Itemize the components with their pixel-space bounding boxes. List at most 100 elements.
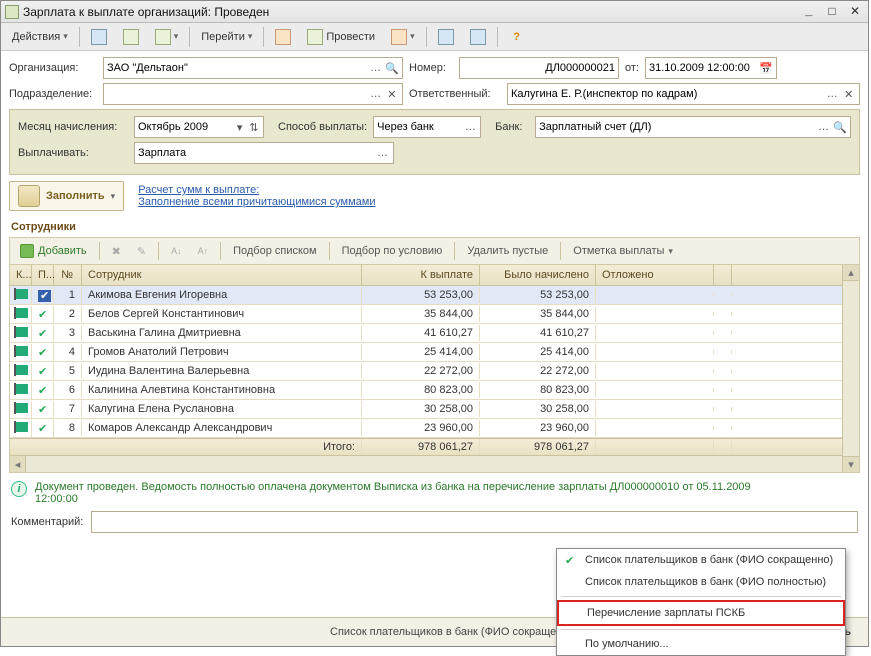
actions-menu-button[interactable]: Действия (5, 27, 75, 47)
row-topay: 80 823,00 (362, 382, 480, 398)
minimize-button[interactable]: _ (800, 4, 818, 20)
table-row[interactable]: ✔5Иудина Валентина Валерьевна22 272,0022… (10, 362, 859, 381)
col-topay[interactable]: К выплате (362, 265, 480, 285)
toolbar-icon-1[interactable] (84, 25, 114, 49)
resp-clear-icon[interactable]: ✕ (842, 86, 856, 102)
calendar-icon[interactable]: 📅 (759, 60, 773, 76)
toolbar-icon-2[interactable] (116, 25, 146, 49)
grid-h-scrollbar[interactable]: ◂ ▸ (10, 455, 859, 472)
col-defer[interactable]: Отложено (596, 265, 714, 285)
subdiv-clear-icon[interactable]: ✕ (385, 86, 399, 102)
row-flag-icon (10, 401, 32, 418)
row-flag-icon (10, 382, 32, 399)
menu-item-pskb[interactable]: Перечисление зарплаты ПСКБ (557, 600, 845, 626)
payout-input[interactable] (138, 147, 373, 159)
org-lookup-icon[interactable]: … (369, 60, 383, 76)
subdiv-field[interactable]: … ✕ (103, 83, 403, 105)
col-k[interactable]: К... (10, 265, 32, 285)
org-field[interactable]: … 🔍 (103, 57, 403, 79)
table-row[interactable]: ✔8Комаров Александр Александрович23 960,… (10, 419, 859, 438)
payout-label: Выплачивать: (18, 147, 128, 159)
bank-search-icon[interactable]: 🔍 (833, 119, 847, 135)
menu-item-short[interactable]: ✔ Список плательщиков в банк (ФИО сокращ… (557, 549, 845, 571)
sort-asc-button[interactable]: A↓ (165, 243, 188, 259)
month-dropdown-icon[interactable]: ▾ (233, 119, 245, 135)
resp-lookup-icon[interactable]: … (825, 86, 839, 102)
col-accr[interactable]: Было начислено (480, 265, 596, 285)
toolbar-icon-5[interactable] (384, 25, 422, 49)
col-p[interactable]: П... (32, 265, 54, 285)
toolbar-icon-3[interactable] (148, 25, 186, 49)
fill-all-link[interactable]: Заполнение всеми причитающимися суммами (138, 196, 375, 208)
short-list-button[interactable]: Список плательщиков в банк (ФИО сокращен… (319, 622, 589, 642)
bank-lookup-icon[interactable]: … (816, 119, 830, 135)
resp-field[interactable]: … ✕ (507, 83, 860, 105)
paymethod-field[interactable]: … (373, 116, 481, 138)
calc-sums-link[interactable]: Расчет сумм к выплате: (138, 184, 375, 196)
scroll-down-icon[interactable]: ▾ (843, 456, 859, 472)
payment-band: Месяц начисления: ▾ ⇅ Способ выплаты: … … (9, 109, 860, 175)
row-flag-icon (10, 363, 32, 380)
table-row[interactable]: ✔6Калинина Алевтина Константиновна80 823… (10, 381, 859, 400)
col-n[interactable]: № (54, 265, 82, 285)
payout-field[interactable]: … (134, 142, 394, 164)
org-input[interactable] (107, 62, 367, 74)
edit-row-button[interactable]: ✎ (131, 242, 152, 261)
scroll-up-icon[interactable]: ▴ (843, 265, 859, 281)
mark-payment-button[interactable]: Отметка выплаты (567, 242, 679, 260)
maximize-button[interactable]: □ (823, 4, 841, 20)
help-button[interactable]: ? (502, 27, 532, 47)
toolbar-icon-4[interactable] (268, 25, 298, 49)
resp-input[interactable] (511, 88, 823, 100)
row-topay: 41 610,27 (362, 325, 480, 341)
table-row[interactable]: ✔3Васькина Галина Дмитриевна41 610,2741 … (10, 324, 859, 343)
table-row[interactable]: ✔4Громов Анатолий Петрович25 414,0025 41… (10, 343, 859, 362)
row-num: 6 (54, 382, 82, 398)
row-flag-icon (10, 325, 32, 342)
comment-input[interactable] (95, 516, 854, 528)
employees-section-title: Сотрудники (11, 221, 860, 233)
month-input[interactable] (138, 121, 231, 133)
toolbar-icon-6[interactable] (431, 25, 461, 49)
comment-field[interactable] (91, 511, 858, 533)
paymethod-dropdown-icon[interactable]: … (464, 119, 478, 135)
grid-v-scrollbar[interactable]: ▴ ▾ (842, 265, 859, 472)
delete-row-button[interactable]: ✖ (106, 242, 127, 261)
bank-input[interactable] (539, 121, 814, 133)
close-button[interactable]: ✕ (846, 3, 864, 19)
org-search-icon[interactable]: 🔍 (385, 60, 399, 76)
sort-desc-button[interactable]: A↑ (192, 243, 215, 259)
fill-button[interactable]: Заполнить (9, 181, 124, 211)
scroll-left-icon[interactable]: ◂ (10, 456, 26, 472)
go-menu-button[interactable]: Перейти (194, 27, 259, 47)
add-row-button[interactable]: Добавить (14, 241, 93, 261)
table-row[interactable]: ✔7Калугина Елена Руслановна30 258,0030 2… (10, 400, 859, 419)
date-field[interactable]: 📅 (645, 57, 777, 79)
month-spin-icon[interactable]: ⇅ (248, 119, 260, 135)
table-row[interactable]: ✔1Акимова Евгения Игоревна53 253,0053 25… (10, 286, 859, 305)
delete-empty-button[interactable]: Удалить пустые (461, 242, 554, 260)
date-input[interactable] (649, 62, 757, 74)
number-input[interactable] (463, 62, 615, 74)
row-defer (596, 312, 714, 316)
subdiv-input[interactable] (107, 88, 367, 100)
paymethod-input[interactable] (377, 121, 461, 133)
number-field[interactable] (459, 57, 619, 79)
post-button[interactable]: Провести (300, 25, 382, 49)
row-employee: Васькина Галина Дмитриевна (82, 325, 362, 341)
pick-cond-button[interactable]: Подбор по условию (336, 242, 449, 260)
bank-field[interactable]: … 🔍 (535, 116, 851, 138)
col-emp[interactable]: Сотрудник (82, 265, 362, 285)
pick-list-button[interactable]: Подбор списком (227, 242, 323, 260)
row-num: 4 (54, 344, 82, 360)
row-check-icon: ✔ (32, 401, 54, 418)
row-employee: Громов Анатолий Петрович (82, 344, 362, 360)
menu-item-default[interactable]: По умолчанию... (557, 633, 845, 655)
toolbar-icon-7[interactable] (463, 25, 493, 49)
subdiv-lookup-icon[interactable]: … (369, 86, 383, 102)
menu-item-full[interactable]: Список плательщиков в банк (ФИО полность… (557, 571, 845, 593)
month-field[interactable]: ▾ ⇅ (134, 116, 264, 138)
table-row[interactable]: ✔2Белов Сергей Константинович35 844,0035… (10, 305, 859, 324)
row-accr: 41 610,27 (480, 325, 596, 341)
payout-lookup-icon[interactable]: … (375, 145, 390, 161)
